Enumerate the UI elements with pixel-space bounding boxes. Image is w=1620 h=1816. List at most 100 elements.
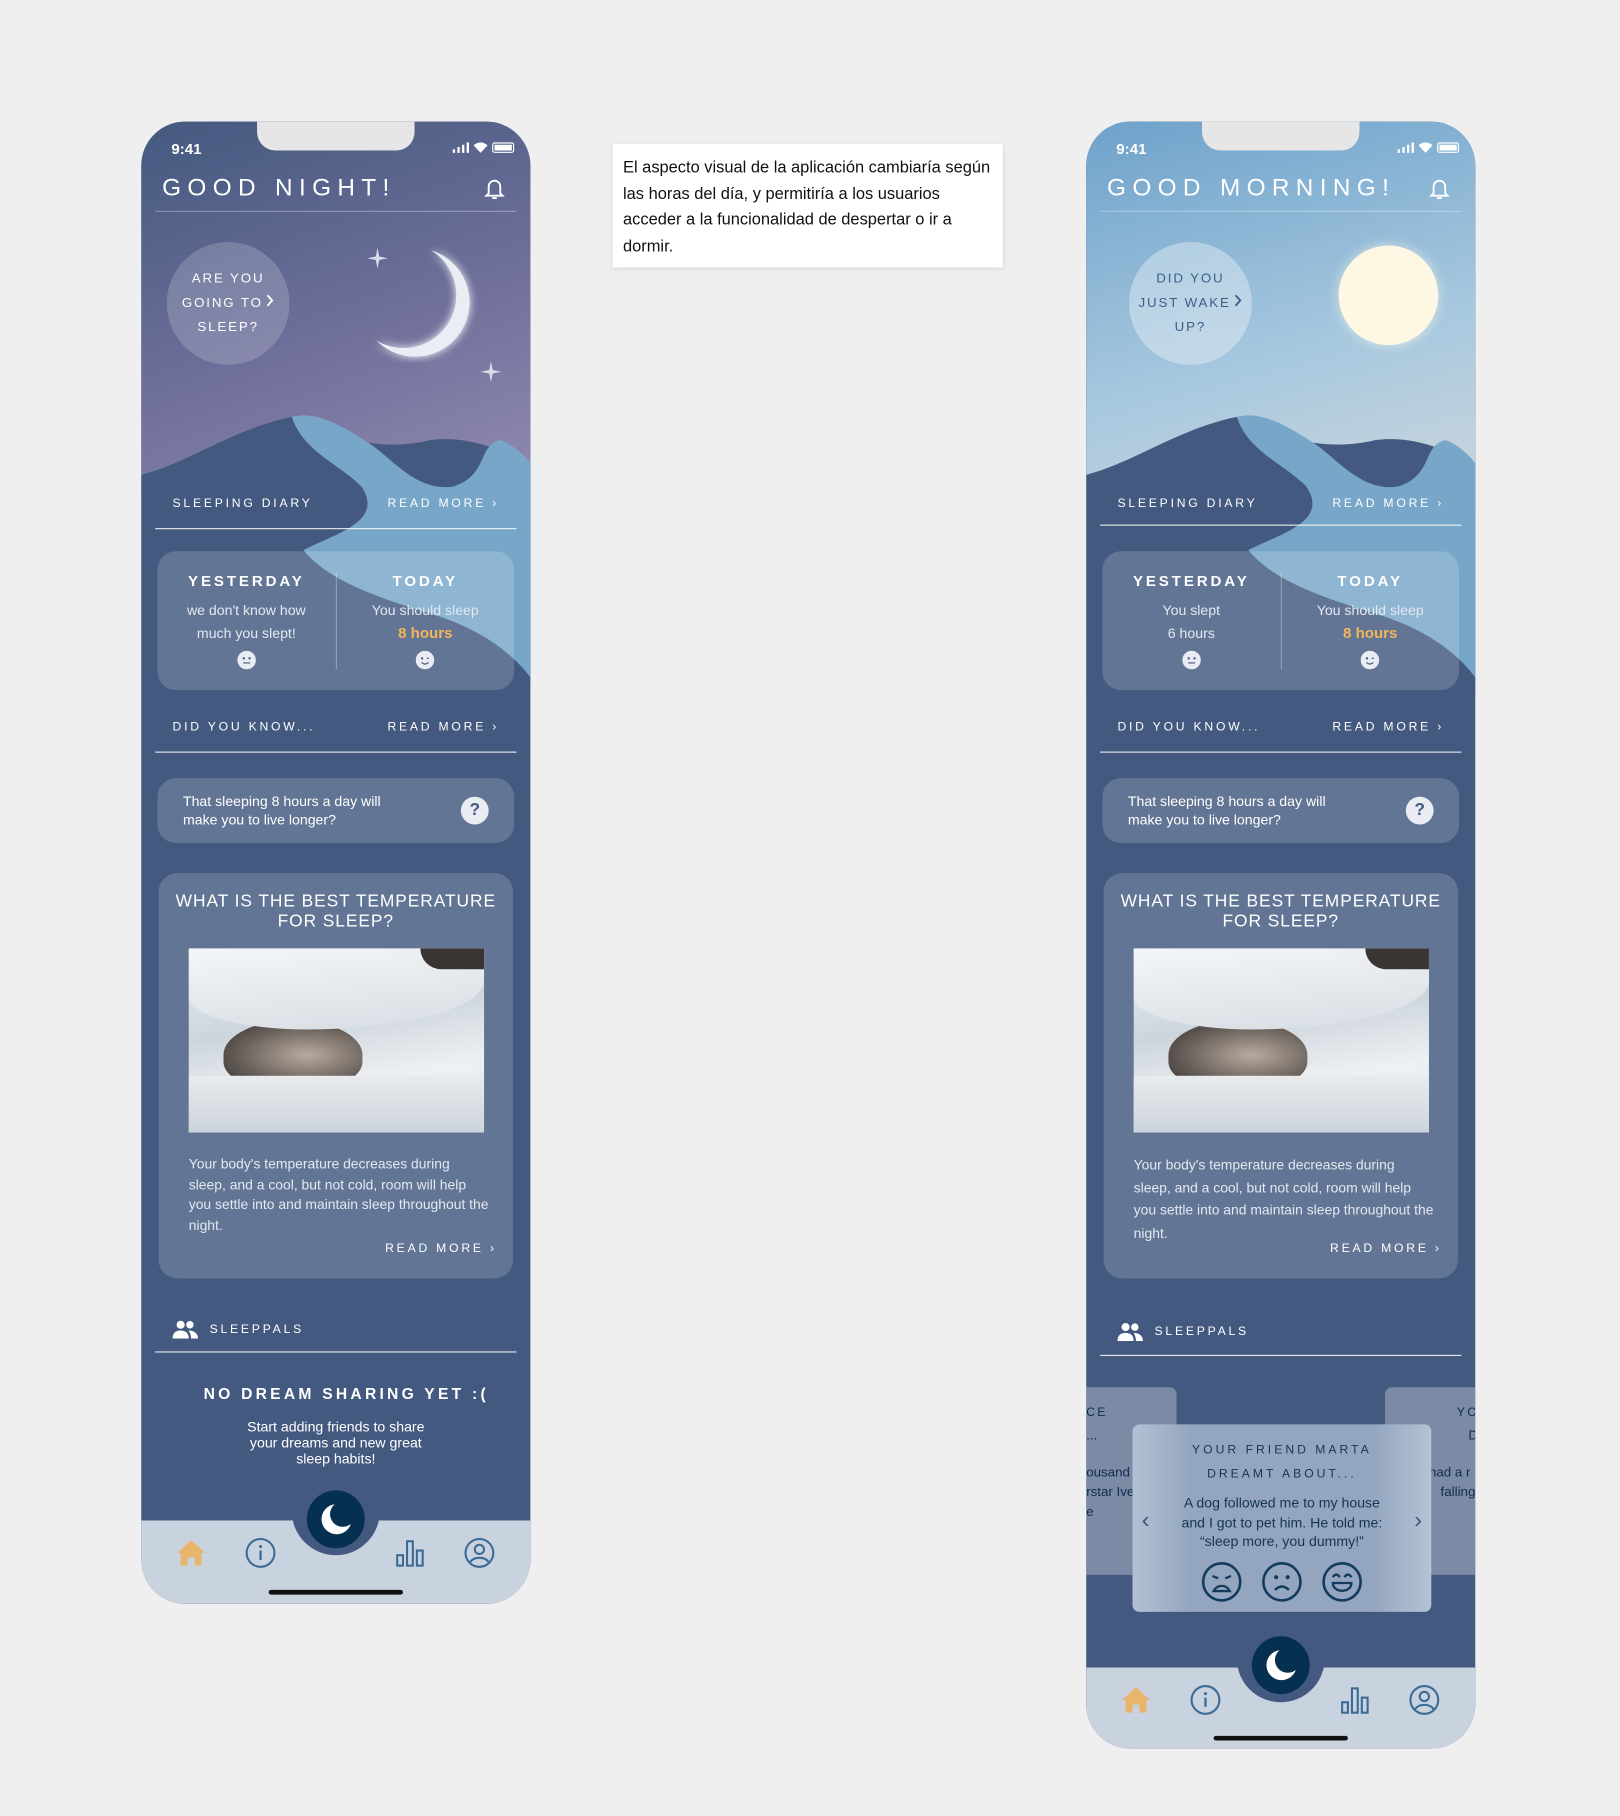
battery-icon [1437,142,1460,153]
today-column: TODAY You should sleep 8 hours [1280,572,1459,670]
section-label: SLEEPPALS [1154,1324,1249,1339]
profile-icon[interactable] [1408,1684,1440,1716]
sad-face-icon[interactable] [1201,1560,1243,1602]
chevron-left-icon[interactable]: ‹ [1142,1508,1150,1535]
sleep-goal: 8 hours [1343,624,1398,642]
greeting-title: GOOD NIGHT! [162,174,396,202]
read-more-link[interactable]: READ MORE › [387,720,499,734]
phone-morning: 9:41 GOOD MORNING! DID YOU JUST WAKE UP? S… [1086,121,1476,1749]
empty-title: NO DREAM SHARING YET :( [203,1384,489,1403]
read-more-link[interactable]: READ MORE › [1332,497,1444,511]
signal-icon [1397,142,1414,153]
today-text: You should sleep [371,602,479,619]
sleeping-cat-photo [188,948,485,1133]
yesterday-column: YESTERDAY we don't know how much you sle… [157,551,335,690]
phone-night: 9:41 GOOD NIGHT! ARE YOU GOING TO SLEEP? S… [141,121,531,1604]
question-icon[interactable]: ? [1405,796,1434,825]
sleeping-cat-photo [1133,948,1429,1133]
signal-icon [452,142,469,153]
sleep-mode-button[interactable] [1251,1636,1310,1695]
info-icon[interactable] [244,1537,276,1569]
divider [1100,751,1462,753]
section-label: DID YOU KNOW... [172,720,316,735]
home-icon[interactable] [1120,1684,1152,1716]
yesterday-title: YESTERDAY [1132,572,1250,590]
home-indicator [268,1589,403,1595]
today-text: You should sleep [1316,602,1424,619]
status-time: 9:41 [1116,140,1147,158]
sleep-wake-button[interactable]: DID YOU JUST WAKE UP? [1129,242,1252,365]
profile-icon[interactable] [463,1537,495,1569]
sleeppals-header: SLEEPPALS [1117,1322,1248,1341]
wifi-icon [1418,142,1433,153]
battery-icon [492,142,515,153]
empty-text: Start adding friends to share your dream… [247,1418,425,1468]
status-icons [452,142,515,153]
moon-icon [376,250,470,357]
smiley-icon [1360,650,1380,670]
smiley-icon [1182,650,1201,670]
section-label: DID YOU KNOW... [1117,720,1261,735]
article-body: Your body's temperature decreases during… [188,1155,489,1233]
yesterday-text: much you slept! [196,625,296,642]
read-more-link[interactable]: READ MORE › [1330,1241,1442,1255]
grin-face-icon[interactable] [1321,1560,1363,1602]
article-card: WHAT IS THE BEST TEMPERATURE FOR SLEEP? … [1103,873,1458,1279]
frown-face-icon[interactable] [1261,1560,1303,1602]
notch [1202,121,1360,151]
home-icon[interactable] [175,1537,207,1569]
annotation-note: El aspecto visual de la aplicación cambi… [612,143,1003,268]
bubble-line: DID YOU [1156,271,1225,286]
reaction-buttons [1133,1560,1432,1602]
sleeping-diary-header: SLEEPING DIARY READ MORE › [1117,497,1444,511]
bubble-line: GOING TO [181,295,263,310]
question-icon[interactable]: ? [460,796,489,825]
chevron-right-icon[interactable]: › [1414,1508,1422,1535]
dream-card: YOUR FRIEND MARTA DREAMT ABOUT... A dog … [1132,1424,1432,1612]
read-more-link[interactable]: READ MORE › [385,1241,497,1255]
section-label: SLEEPING DIARY [172,496,313,511]
sleep-stats-card: YESTERDAY You slept 6 hours TODAY You sh… [1102,551,1460,691]
info-icon[interactable] [1189,1684,1221,1716]
stats-icon[interactable] [394,1537,426,1569]
bubble-line: UP? [1174,320,1207,335]
bubble-line: JUST WAKE [1138,295,1231,310]
fact-text: That sleeping 8 hours a day will make yo… [182,793,381,828]
status-time: 9:41 [171,140,202,158]
dream-title: YOUR FRIEND MARTA DREAMT ABOUT... [1192,1442,1372,1482]
bell-icon[interactable] [1429,177,1450,200]
divider [1100,1354,1462,1357]
moon-icon [321,1504,351,1535]
article-title: WHAT IS THE BEST TEMPERATURE FOR SLEEP? [175,891,496,932]
fact-text: That sleeping 8 hours a day will make yo… [1127,793,1326,828]
yesterday-text: 6 hours [1167,625,1215,642]
today-title: TODAY [1337,572,1403,590]
sun-icon [1338,245,1439,346]
divider [1100,524,1462,526]
home-indicator [1213,1735,1348,1741]
fact-card[interactable]: That sleeping 8 hours a day will make yo… [157,778,515,844]
yesterday-column: YESTERDAY You slept 6 hours [1102,551,1280,690]
read-more-link[interactable]: READ MORE › [1332,720,1444,734]
sleep-mode-button[interactable] [306,1490,365,1549]
stats-icon[interactable] [1339,1684,1371,1716]
star-icon [367,247,388,269]
today-title: TODAY [392,572,459,590]
smiley-icon [416,650,435,670]
smiley-icon [237,650,256,670]
divider [155,210,517,212]
sleeping-diary-header: SLEEPING DIARY READ MORE › [173,497,500,511]
sleep-wake-button[interactable]: ARE YOU GOING TO SLEEP? [166,242,290,365]
chevron-right-icon [1234,294,1242,306]
today-column: TODAY You should sleep 8 hours [335,572,514,670]
bell-icon[interactable] [484,177,505,200]
moon-icon [1266,1650,1296,1681]
bubble-line: SLEEP? [197,320,259,335]
yesterday-text: You slept [1162,602,1221,619]
star-icon [480,361,502,383]
notch [257,121,415,151]
fact-card[interactable]: That sleeping 8 hours a day will make yo… [1102,778,1460,844]
read-more-link[interactable]: READ MORE › [387,497,499,511]
article-body: Your body's temperature decreases during… [1133,1156,1434,1241]
divider [155,751,517,753]
